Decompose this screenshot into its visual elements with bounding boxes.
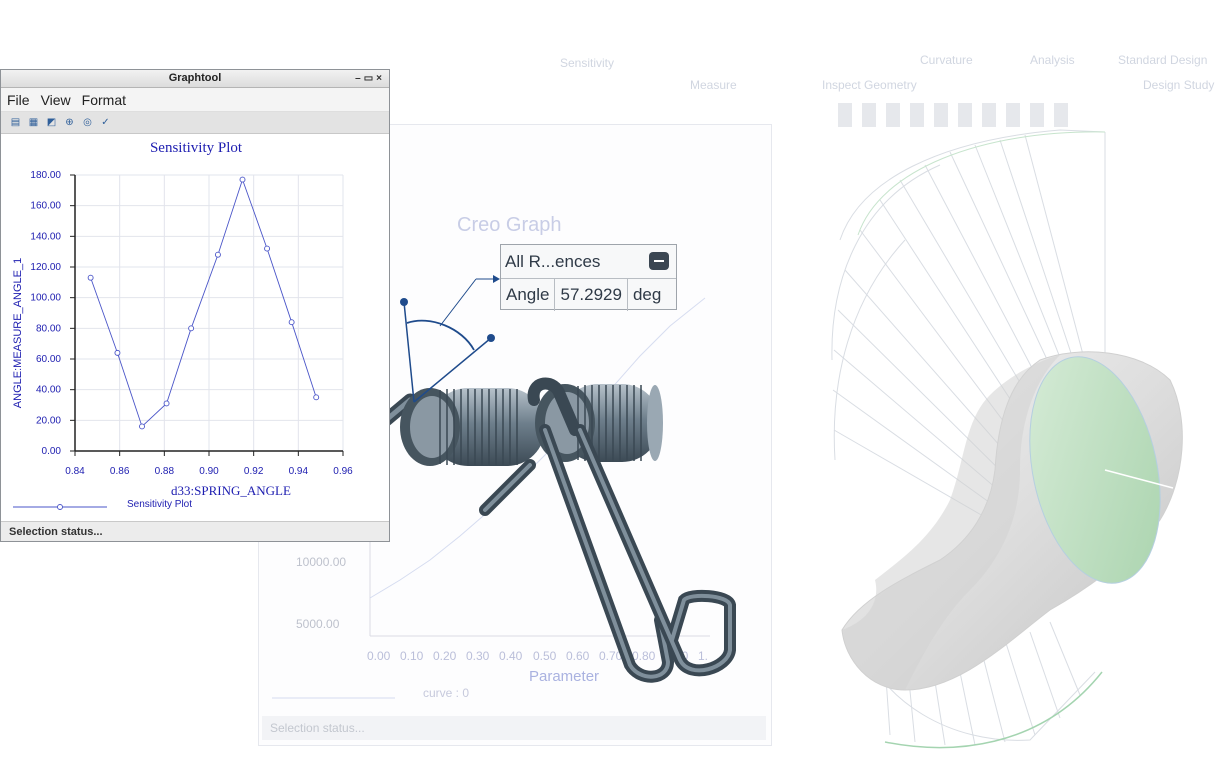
background-x-tick: 0.30 xyxy=(466,649,490,663)
x-tick-label: 0.92 xyxy=(244,466,264,477)
x-tick-label: 0.84 xyxy=(65,466,85,477)
print-preview-icon[interactable]: ▦ xyxy=(27,116,40,129)
menu-file[interactable]: File xyxy=(7,92,30,108)
background-x-tick: 0.20 xyxy=(433,649,457,663)
y-tick-label: 100.00 xyxy=(30,293,61,304)
pipe-model[interactable] xyxy=(831,129,1183,749)
background-x-tick: 0.60 xyxy=(566,649,590,663)
background-y-tick: 10000.00 xyxy=(296,555,346,569)
data-point xyxy=(288,319,295,326)
x-tick-label: 0.88 xyxy=(155,466,175,477)
menu-view[interactable]: View xyxy=(41,92,71,108)
zoom-fit-icon[interactable]: ◎ xyxy=(81,116,94,129)
legend-label: Sensitivity Plot xyxy=(127,499,192,510)
angle-measure-annotation[interactable] xyxy=(400,275,500,403)
data-point xyxy=(264,245,271,252)
callout-header: All R...ences xyxy=(501,245,676,279)
y-tick-label: 80.00 xyxy=(36,323,61,334)
y-tick-label: 180.00 xyxy=(30,170,61,181)
background-x-axis-label: Parameter xyxy=(529,668,599,685)
graphtool-window[interactable]: Graphtool –▭× File View Format ▤ ▦ ◩ ⊕ ◎… xyxy=(0,69,390,542)
zoom-in-icon[interactable]: ⊕ xyxy=(63,116,76,129)
callout-title: All R...ences xyxy=(505,251,601,271)
data-point xyxy=(214,251,221,258)
y-tick-label: 20.00 xyxy=(36,415,61,426)
background-x-tick: 0.40 xyxy=(499,649,523,663)
data-point xyxy=(87,274,94,281)
data-point xyxy=(313,394,320,401)
background-x-tick: 0.00 xyxy=(367,649,391,663)
x-tick-label: 0.86 xyxy=(110,466,130,477)
data-point xyxy=(239,176,246,183)
y-tick-label: 40.00 xyxy=(36,385,61,396)
edit-icon[interactable]: ◩ xyxy=(45,116,58,129)
angle-unit: deg xyxy=(632,285,662,304)
x-axis-label: d33:SPRING_ANGLE xyxy=(171,483,291,498)
window-controls[interactable]: –▭× xyxy=(355,70,385,87)
x-tick-label: 0.94 xyxy=(289,466,309,477)
legend-marker xyxy=(57,504,63,510)
background-y-tick: 5000.00 xyxy=(296,617,340,631)
background-x-tick: 0.50 xyxy=(533,649,557,663)
measure-result-callout[interactable]: All R...ences Angle 57.2929 deg xyxy=(500,244,677,311)
x-tick-label: 0.96 xyxy=(333,466,353,477)
chart-title: Sensitivity Plot xyxy=(150,140,243,156)
menu-format[interactable]: Format xyxy=(82,92,126,108)
status-bar: Selection status... xyxy=(1,521,389,541)
y-tick-label: 160.00 xyxy=(30,201,61,212)
y-tick-label: 0.00 xyxy=(42,446,62,457)
x-tick-label: 0.90 xyxy=(199,466,219,477)
collapse-button[interactable] xyxy=(649,252,669,270)
y-tick-label: 120.00 xyxy=(30,262,61,273)
y-tick-label: 60.00 xyxy=(36,354,61,365)
toolbar: ▤ ▦ ◩ ⊕ ◎ ✓ xyxy=(1,112,389,134)
data-point xyxy=(114,349,121,356)
angle-label: Angle xyxy=(501,279,556,311)
background-x-tick: 1. xyxy=(698,649,708,663)
data-point xyxy=(188,325,195,332)
background-x-tick: 0.10 xyxy=(400,649,424,663)
callout-value-row: Angle 57.2929 deg xyxy=(501,279,676,311)
data-point xyxy=(139,423,145,430)
angle-value: 57.2929 xyxy=(555,279,628,311)
check-icon[interactable]: ✓ xyxy=(99,116,112,129)
background-legend-label: curve : 0 xyxy=(423,686,469,700)
background-x-tick: 0.80 xyxy=(632,649,656,663)
y-tick-label: 140.00 xyxy=(30,231,61,242)
data-point xyxy=(163,400,170,407)
y-axis-label: ANGLE:MEASURE_ANGLE_1 xyxy=(12,258,24,408)
menu-bar: File View Format xyxy=(1,88,389,112)
print-icon[interactable]: ▤ xyxy=(9,116,22,129)
sensitivity-plot[interactable]: Sensitivity Plot ANGLE:MEASURE_ANGLE_1 d… xyxy=(1,135,389,520)
window-title: Graphtool xyxy=(168,72,222,84)
window-titlebar[interactable]: Graphtool –▭× xyxy=(1,70,389,88)
